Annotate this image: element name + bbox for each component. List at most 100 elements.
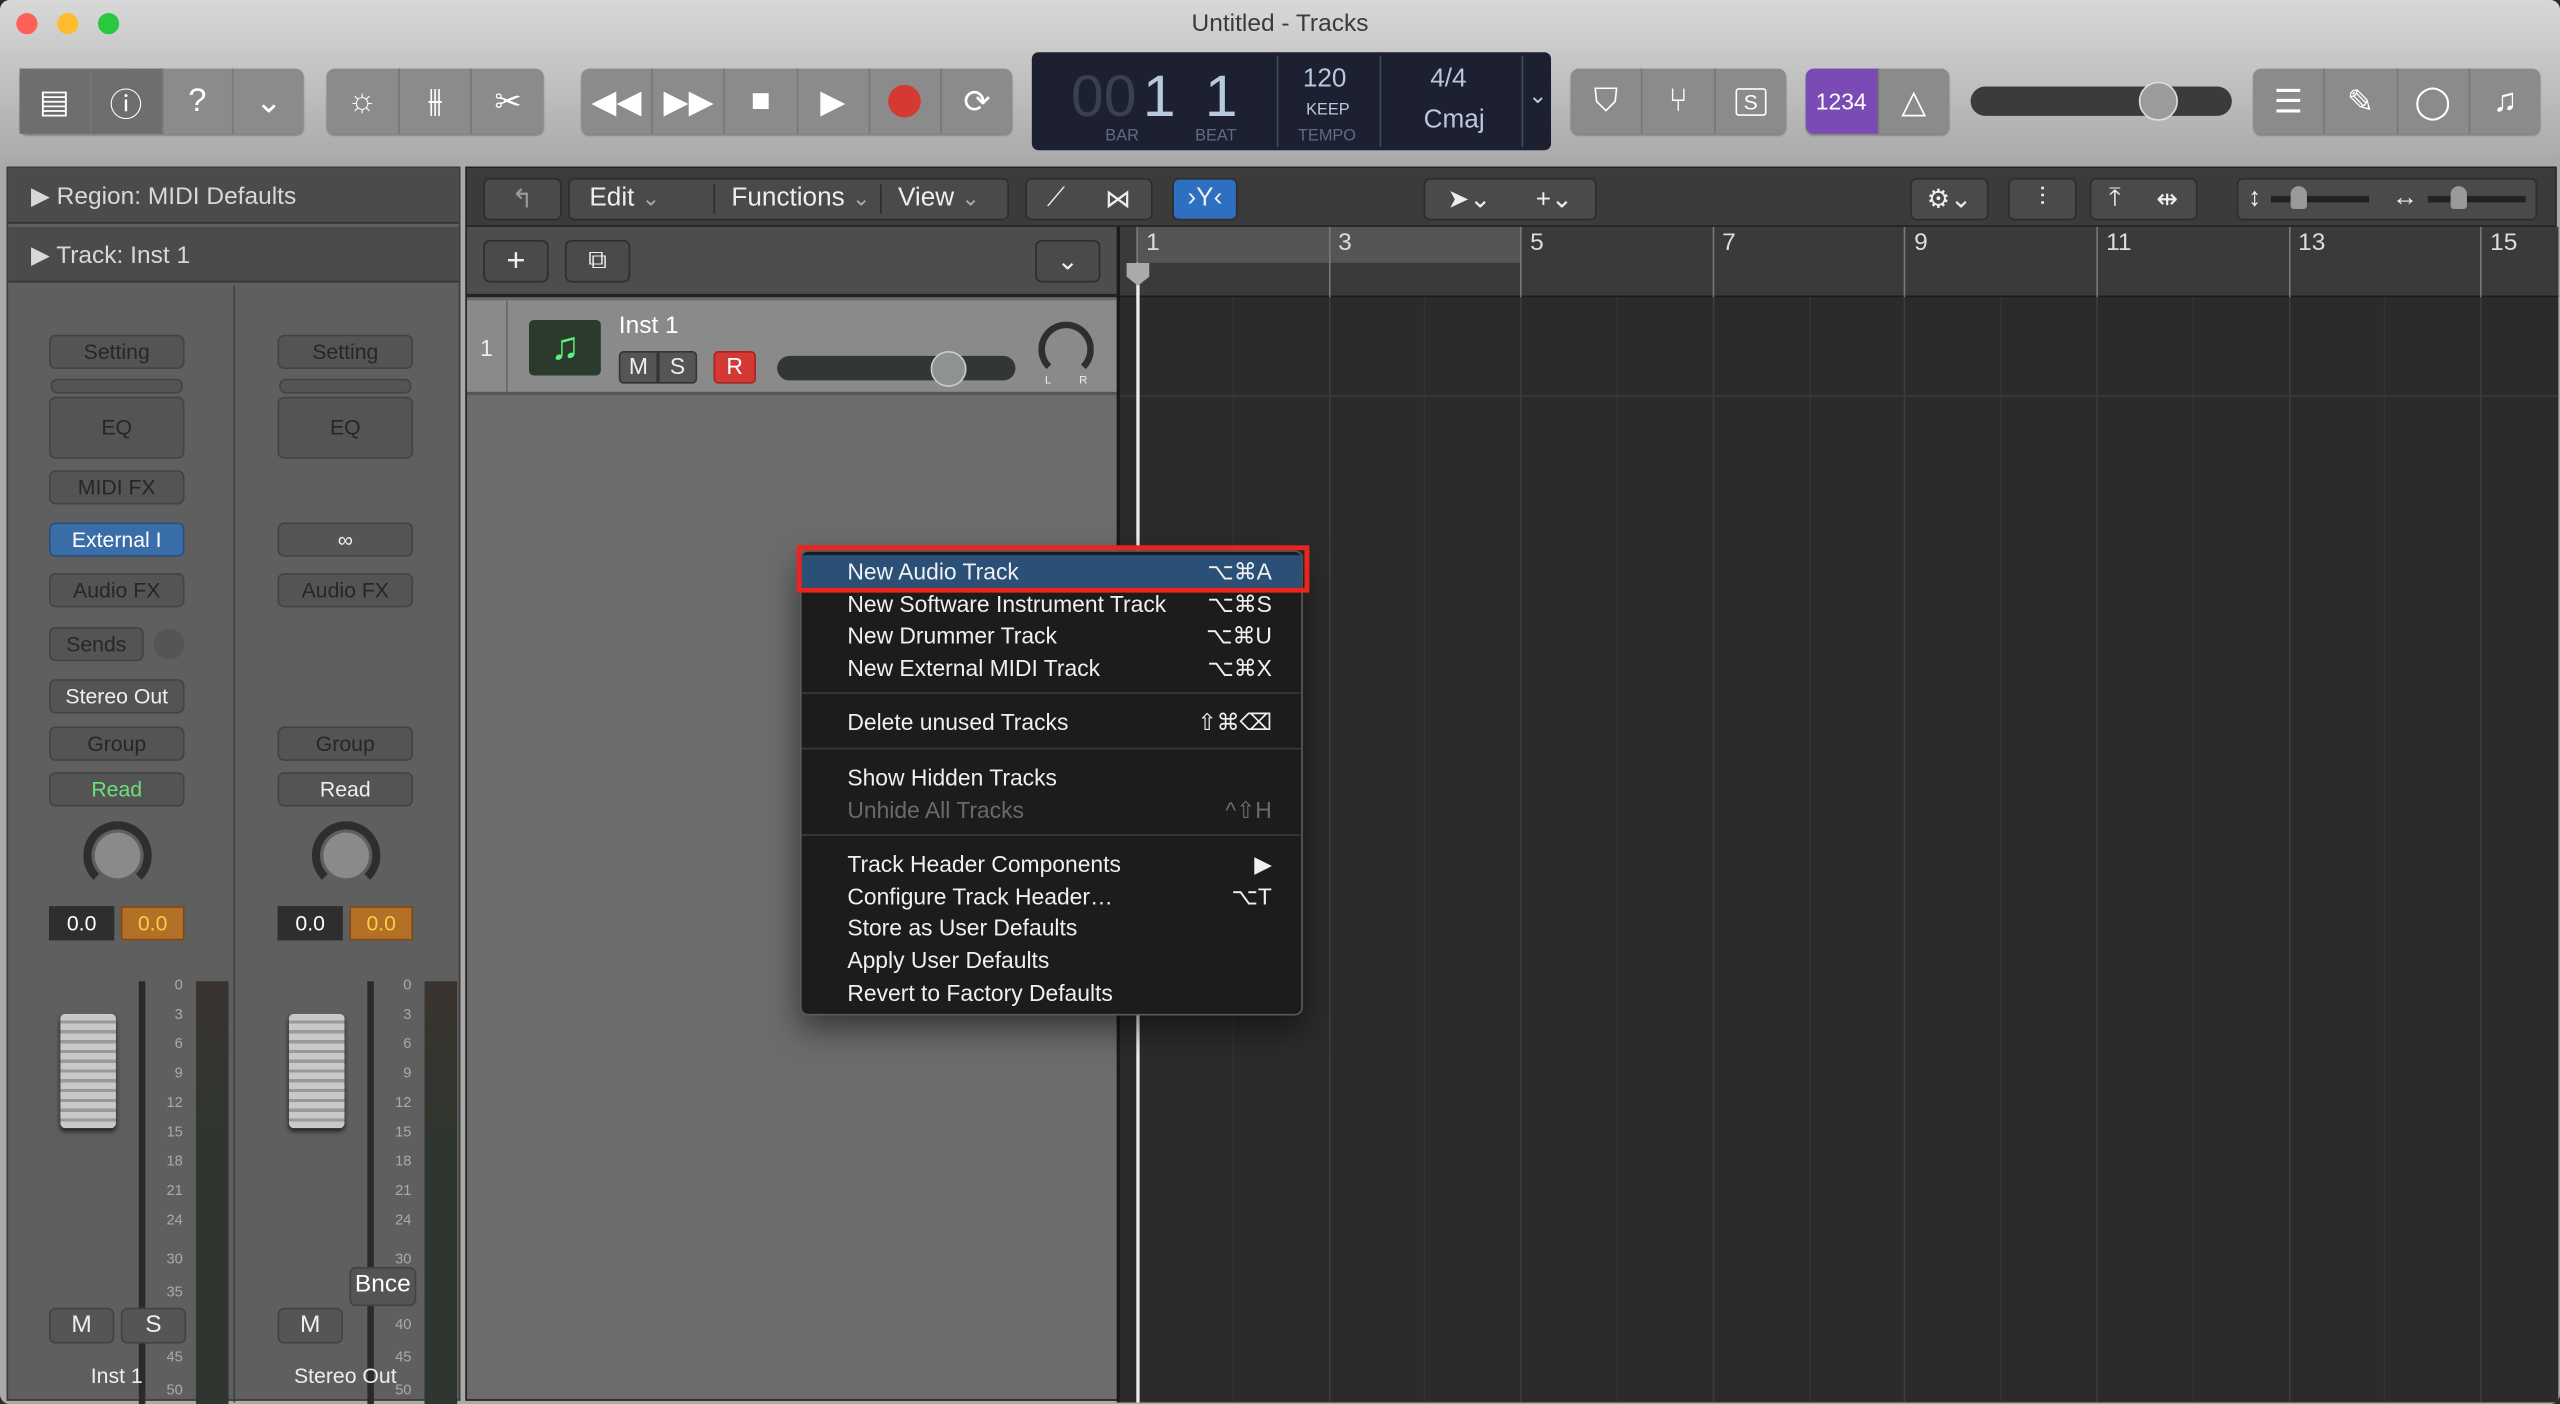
stereo-link-icon[interactable]: ∞ xyxy=(277,522,414,557)
menu-item-label: Unhide All Tracks xyxy=(847,796,1024,823)
peak-readout[interactable]: 0.0 xyxy=(349,906,414,941)
marquee-tool-icon[interactable]: +⌄ xyxy=(1536,183,1573,216)
view-menu[interactable]: View ⌄ xyxy=(879,184,1007,214)
info-icon[interactable]: ⓘ xyxy=(91,68,163,134)
audio-fx-slot[interactable]: Audio FX xyxy=(48,573,185,608)
record-enable-button[interactable]: R xyxy=(713,351,756,384)
back-icon[interactable]: ↰ xyxy=(483,177,562,221)
menu-item[interactable]: Track Header Components ▶ xyxy=(802,848,1302,881)
fast-forward-icon[interactable]: ▶▶ xyxy=(653,68,726,134)
menu-item[interactable]: Configure Track Header… ⌥T xyxy=(802,880,1302,913)
channel-name[interactable]: Inst 1 xyxy=(16,1363,217,1387)
notepad-icon[interactable]: ✎ xyxy=(2325,68,2398,134)
bounce-button[interactable]: Bnce xyxy=(349,1266,417,1307)
catch-playhead-icon[interactable]: ›Y‹ xyxy=(1172,177,1238,221)
smart-controls-icon[interactable]: ☼ xyxy=(327,68,400,134)
global-tracks-icon[interactable]: ⌄ xyxy=(1035,239,1101,283)
mute-button[interactable]: M xyxy=(277,1307,343,1344)
track-name[interactable]: Inst 1 xyxy=(619,312,679,340)
volume-readout[interactable]: 0.0 xyxy=(48,906,115,941)
loop-browser-icon[interactable]: ◯ xyxy=(2398,68,2470,134)
setting-button[interactable]: Setting xyxy=(48,334,185,369)
setting-button[interactable]: Setting xyxy=(277,334,414,369)
add-track-button[interactable]: + xyxy=(483,239,549,283)
pan-knob[interactable] xyxy=(1038,321,1094,378)
fit-vertical-icon[interactable]: ⤒ xyxy=(2109,184,2121,213)
menu-item[interactable]: Show Hidden Tracks xyxy=(802,761,1302,794)
pointer-tool-icon[interactable]: ➤⌄ xyxy=(1448,183,1492,216)
volume-readout[interactable]: 0.0 xyxy=(277,906,343,941)
mute-button[interactable]: M xyxy=(48,1307,115,1344)
ruler[interactable]: 1 3 5 7 9 11 13 15 xyxy=(1119,226,2559,298)
pan-knob[interactable] xyxy=(83,821,152,890)
input-slot[interactable]: External I xyxy=(48,522,185,557)
group-slot[interactable]: Group xyxy=(48,726,185,761)
arrange-area[interactable]: 1 3 5 7 9 11 13 15 xyxy=(1116,226,2559,1403)
automation-icon[interactable]: ⟋ xyxy=(1047,184,1065,213)
slider-handle[interactable] xyxy=(930,351,967,387)
midi-fx-slot[interactable]: MIDI FX xyxy=(48,470,185,505)
gear-icon[interactable]: ⚙⌄ xyxy=(1910,177,1989,221)
mute-button[interactable]: M xyxy=(618,351,658,384)
volume-fader[interactable] xyxy=(288,1013,345,1129)
play-icon[interactable]: ▶ xyxy=(798,68,870,134)
waveform-icon[interactable]: ⫶ xyxy=(2008,177,2077,221)
scissors-icon[interactable]: ✂ xyxy=(472,69,543,134)
output-slot[interactable]: Stereo Out xyxy=(48,679,185,714)
region-inspector-header[interactable]: ▶ Region: MIDI Defaults xyxy=(8,168,459,224)
cycle-icon[interactable]: ⟳ xyxy=(942,69,1012,134)
vertical-zoom-slider[interactable] xyxy=(2271,186,2369,209)
list-editor-icon[interactable]: ☰ xyxy=(2253,68,2326,134)
menu-item[interactable]: New External MIDI Track ⌥⌘X xyxy=(802,651,1302,684)
lcd-display[interactable]: 00 1 1 BAR BEAT 120 KEEP TEMPO 4/4 Cmaj … xyxy=(1031,52,1552,151)
solo-button[interactable]: S xyxy=(120,1307,187,1344)
tuner-icon[interactable]: ⑂ xyxy=(1643,68,1716,134)
automation-mode[interactable]: Read xyxy=(277,772,414,807)
track-row[interactable]: 1 ♫ Inst 1 M S R L R xyxy=(466,300,1117,396)
fader-track[interactable] xyxy=(367,981,374,1404)
sends-slot[interactable]: Sends xyxy=(48,626,144,662)
edit-menu[interactable]: Edit ⌄ xyxy=(570,184,714,213)
help-icon[interactable]: ? xyxy=(162,68,234,134)
meter-scale-label: 15 xyxy=(166,1123,183,1140)
volume-fader[interactable] xyxy=(60,1013,116,1129)
menu-item[interactable]: Store as User Defaults xyxy=(802,912,1302,945)
library-icon[interactable]: ▤ xyxy=(19,68,92,134)
horizontal-zoom-slider[interactable] xyxy=(2427,186,2526,209)
count-in-button[interactable]: 1234 xyxy=(1805,68,1879,134)
menu-item[interactable]: Apply User Defaults xyxy=(802,944,1302,977)
send-knob[interactable] xyxy=(153,628,185,660)
chevron-down-icon[interactable]: ⌄ xyxy=(1528,82,1547,110)
plugin-slot[interactable] xyxy=(279,378,412,394)
metronome-icon[interactable]: △ xyxy=(1878,69,1949,134)
track-volume-slider[interactable] xyxy=(777,351,1016,387)
track-inspector-header[interactable]: ▶ Track: Inst 1 xyxy=(8,226,459,283)
peak-readout[interactable]: 0.0 xyxy=(120,906,185,941)
toolbar-toggle-icon[interactable]: ⌄ xyxy=(234,69,304,134)
plugin-slot[interactable] xyxy=(50,378,183,394)
solo-button[interactable]: S xyxy=(657,351,698,384)
menu-item[interactable]: Revert to Factory Defaults xyxy=(802,976,1302,1009)
mixer-icon[interactable]: ⫵ xyxy=(399,68,473,134)
fit-horizontal-icon[interactable]: ⇹ xyxy=(2156,183,2178,216)
record-icon[interactable] xyxy=(870,68,942,134)
menu-item[interactable]: Delete unused Tracks ⇧⌘⌫ xyxy=(802,706,1302,739)
functions-menu[interactable]: Functions ⌄ xyxy=(713,184,880,214)
media-browser-icon[interactable]: ♫ xyxy=(2470,69,2541,134)
menu-item[interactable]: New Drummer Track ⌥⌘U xyxy=(802,619,1302,652)
duplicate-track-icon[interactable]: ⧉ xyxy=(564,239,631,283)
eq-button[interactable]: EQ xyxy=(48,396,185,459)
master-volume-slider[interactable] xyxy=(1970,81,2232,121)
group-slot[interactable]: Group xyxy=(277,726,414,761)
stop-icon[interactable]: ■ xyxy=(725,68,798,134)
audio-fx-slot[interactable]: Audio FX xyxy=(277,573,414,608)
pan-knob[interactable] xyxy=(311,821,381,890)
solo-icon[interactable]: S xyxy=(1715,69,1786,134)
slider-handle[interactable] xyxy=(2139,81,2179,121)
rewind-icon[interactable]: ◀◀ xyxy=(581,68,654,134)
eq-button[interactable]: EQ xyxy=(277,396,414,459)
channel-name[interactable]: Stereo Out xyxy=(245,1363,446,1387)
automation-mode[interactable]: Read xyxy=(48,772,185,807)
flex-icon[interactable]: ⋈ xyxy=(1105,183,1131,216)
replace-icon[interactable]: ⛉ xyxy=(1571,68,1643,134)
